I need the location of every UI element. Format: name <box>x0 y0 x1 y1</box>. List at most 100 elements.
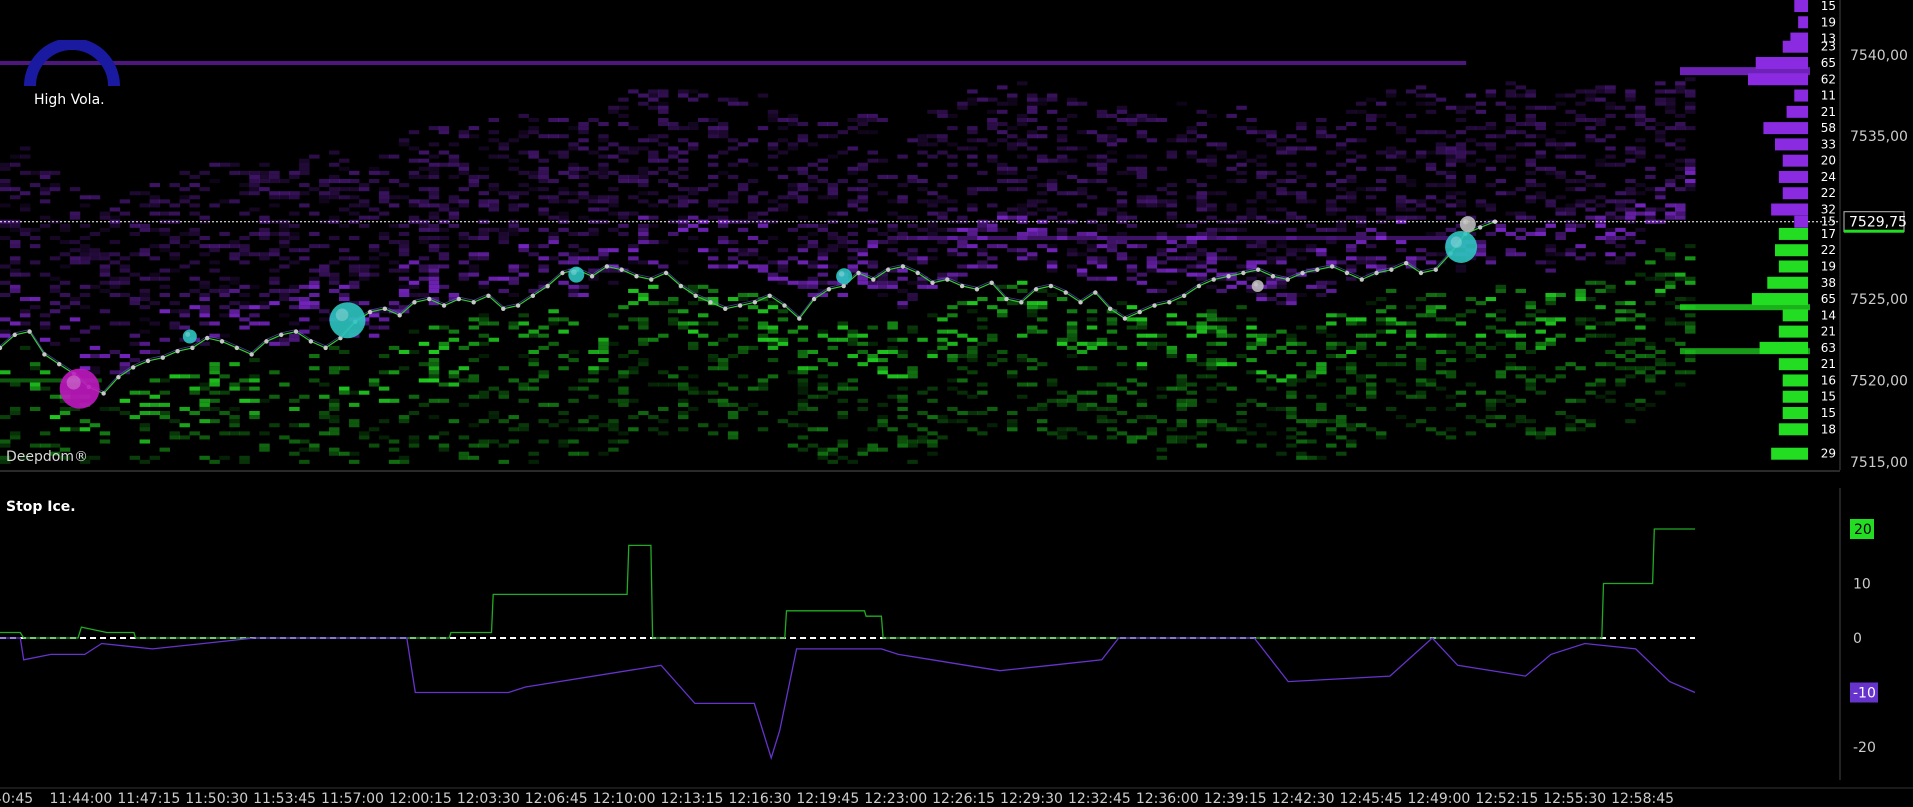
ask-liquidity-cell <box>1076 187 1088 192</box>
ask-liquidity-cell <box>1076 178 1088 184</box>
ask-liquidity-cell <box>39 223 51 228</box>
ask-liquidity-cell <box>239 235 250 241</box>
ask-liquidity-cell <box>1256 170 1267 175</box>
bid-liquidity-cell <box>1445 374 1457 379</box>
bid-liquidity-cell <box>249 386 260 391</box>
bid-liquidity-cell <box>199 419 210 424</box>
bid-liquidity-cell <box>1465 345 1477 350</box>
ask-liquidity-cell <box>428 288 440 293</box>
ask-liquidity-cell <box>219 292 230 298</box>
ask-liquidity-cell <box>408 158 420 163</box>
bid-liquidity-cell <box>29 362 41 367</box>
ask-liquidity-cell <box>319 191 330 196</box>
ask-liquidity-cell <box>1166 138 1178 143</box>
ask-liquidity-cell <box>19 272 31 277</box>
ask-liquidity-cell <box>887 240 898 245</box>
bid-liquidity-cell <box>478 341 490 346</box>
bid-liquidity-cell <box>1236 305 1247 310</box>
ask-liquidity-cell <box>1405 183 1417 188</box>
bid-liquidity-cell <box>1076 341 1088 346</box>
bid-liquidity-cell <box>1565 362 1576 367</box>
bid-liquidity-cell <box>727 333 739 338</box>
ask-liquidity-cell <box>239 248 250 253</box>
ask-liquidity-cell <box>528 187 539 192</box>
ask-liquidity-cell <box>1535 231 1546 236</box>
bid-liquidity-cell <box>947 386 958 391</box>
ask-liquidity-cell <box>1425 162 1437 167</box>
bid-liquidity-cell <box>1555 292 1566 298</box>
ask-liquidity-cell <box>518 227 529 232</box>
ask-liquidity-cell <box>249 284 260 289</box>
ask-liquidity-cell <box>777 207 789 212</box>
bid-depth-bar <box>1782 390 1808 403</box>
bid-liquidity-cell <box>678 402 689 407</box>
ask-liquidity-cell <box>1206 215 1217 220</box>
bid-liquidity-cell <box>997 349 1008 354</box>
ask-liquidity-cell <box>1056 126 1068 131</box>
ask-liquidity-cell <box>777 117 789 122</box>
bid-liquidity-cell <box>987 305 998 310</box>
ask-liquidity-cell <box>348 170 360 175</box>
ask-liquidity-cell <box>1246 244 1257 249</box>
ask-liquidity-cell <box>1375 207 1387 212</box>
ask-liquidity-cell <box>558 191 569 196</box>
bid-liquidity-cell <box>1036 301 1048 306</box>
ask-liquidity-cell <box>209 248 220 253</box>
bid-liquidity-cell <box>179 423 190 428</box>
ask-liquidity-cell <box>967 191 978 196</box>
ask-liquidity-cell <box>368 178 380 184</box>
ask-liquidity-cell <box>129 272 141 277</box>
ask-liquidity-cell <box>1675 138 1686 143</box>
bid-liquidity-cell <box>897 374 908 379</box>
bid-liquidity-cell <box>1126 317 1138 322</box>
bid-liquidity-cell <box>1405 341 1417 346</box>
bid-liquidity-cell <box>727 410 739 416</box>
ask-liquidity-cell <box>69 211 81 216</box>
trade-dot <box>145 358 151 364</box>
ask-liquidity-cell <box>548 195 559 200</box>
trade-dot <box>915 270 920 276</box>
bid-liquidity-cell <box>1346 370 1357 375</box>
ask-liquidity-cell <box>588 207 599 212</box>
bid-liquidity-cell <box>1525 382 1536 387</box>
bid-liquidity-cell <box>598 345 609 350</box>
ask-liquidity-cell <box>9 223 21 228</box>
bid-liquidity-cell <box>757 427 769 432</box>
ask-liquidity-cell <box>1026 105 1038 110</box>
bid-liquidity-cell <box>1495 317 1507 322</box>
trade-dot <box>708 300 713 305</box>
bid-liquidity-cell <box>1515 321 1526 326</box>
dom-size-label: 15 <box>1821 406 1836 420</box>
ask-liquidity-cell <box>79 305 91 310</box>
ask-liquidity-cell <box>1615 256 1626 261</box>
ask-liquidity-cell <box>967 146 978 151</box>
bid-liquidity-cell <box>897 398 908 403</box>
bid-liquidity-cell <box>1076 349 1088 354</box>
ask-liquidity-cell <box>169 183 180 188</box>
bid-liquidity-cell <box>897 386 908 391</box>
bid-liquidity-cell <box>1206 374 1217 379</box>
ask-liquidity-cell <box>1306 199 1317 204</box>
ask-liquidity-cell <box>1156 199 1168 204</box>
ask-liquidity-cell <box>1226 227 1237 232</box>
bid-liquidity-cell <box>1086 325 1098 330</box>
bid-liquidity-cell <box>1605 321 1616 326</box>
ask-liquidity-cell <box>1246 126 1257 131</box>
ask-liquidity-cell <box>917 199 928 204</box>
stop-ice-title: Stop Ice. <box>6 499 76 515</box>
bid-liquidity-cell <box>478 390 490 395</box>
bid-liquidity-cell <box>618 390 629 395</box>
ask-liquidity-cell <box>1106 276 1118 281</box>
ask-liquidity-cell <box>1296 191 1307 196</box>
trade-dot <box>1033 287 1039 292</box>
ask-liquidity-cell <box>1625 207 1636 212</box>
ask-liquidity-cell <box>997 166 1008 171</box>
bid-liquidity-cell <box>548 341 559 346</box>
ask-liquidity-cell <box>438 203 450 208</box>
ask-liquidity-cell <box>807 162 819 167</box>
bid-liquidity-cell <box>1176 386 1187 391</box>
ask-liquidity-cell <box>1535 122 1546 127</box>
ask-liquidity-cell <box>1017 256 1028 261</box>
ask-liquidity-cell <box>1196 207 1207 212</box>
ask-liquidity-cell <box>887 284 898 289</box>
